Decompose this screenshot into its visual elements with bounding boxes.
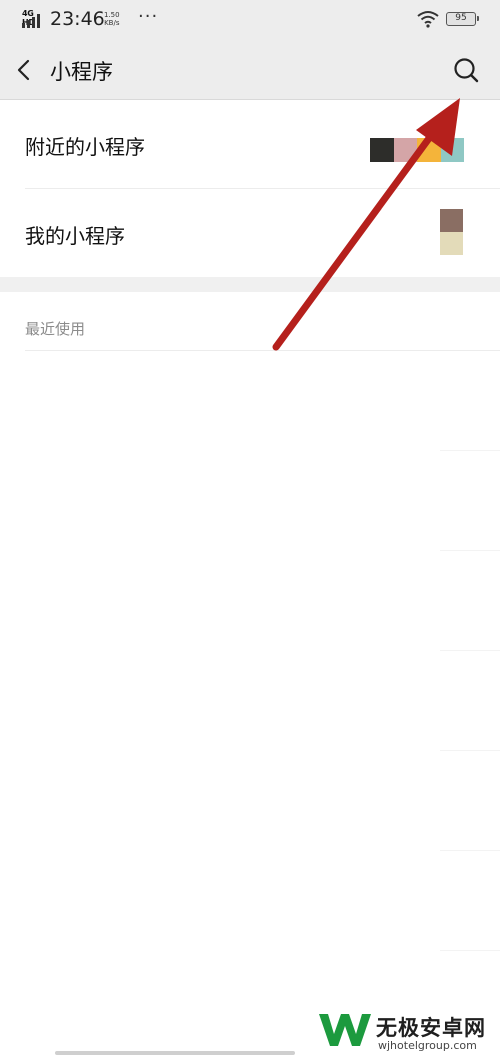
section-gap <box>0 277 500 292</box>
thumbnail <box>440 232 463 255</box>
watermark: 无极安卓网 wjhotelgroup.com <box>316 1006 500 1057</box>
divider <box>440 850 500 851</box>
divider <box>440 450 500 451</box>
back-arrow-icon[interactable] <box>14 57 36 83</box>
divider <box>440 750 500 751</box>
thumbnail <box>393 138 417 162</box>
search-icon[interactable] <box>452 56 480 84</box>
divider <box>25 350 500 351</box>
page-title: 小程序 <box>50 60 113 84</box>
thumbnail <box>440 138 464 162</box>
nearby-thumbnails <box>370 138 464 162</box>
menu-item-my-mini-programs[interactable]: 我的小程序 <box>0 189 500 277</box>
network-speed: 1.50 KB/s <box>104 11 120 27</box>
divider <box>440 650 500 651</box>
thumbnail <box>440 209 463 232</box>
my-thumbnails <box>440 209 463 255</box>
more-notifications-icon: ··· <box>138 6 159 27</box>
thumbnail <box>370 138 394 162</box>
status-time: 23:46 <box>50 8 105 30</box>
menu-item-label: 附近的小程序 <box>25 135 145 159</box>
watermark-url: wjhotelgroup.com <box>378 1039 477 1052</box>
signal-icon: 4G HD <box>22 9 44 29</box>
status-bar: 4G HD 23:46 1.50 KB/s ··· 95 <box>0 0 500 40</box>
battery-icon: 95 <box>446 12 479 26</box>
menu-item-nearby-mini-programs[interactable]: 附近的小程序 <box>0 100 500 188</box>
thumbnail <box>417 138 441 162</box>
home-indicator[interactable] <box>55 1051 295 1055</box>
divider <box>440 950 500 951</box>
recent-section-header: 最近使用 <box>25 320 86 338</box>
watermark-title: 无极安卓网 <box>376 1016 486 1040</box>
wifi-icon <box>417 11 439 28</box>
menu-item-label: 我的小程序 <box>25 224 125 248</box>
nav-bar: 小程序 <box>0 40 500 100</box>
site-logo-icon <box>319 1014 371 1046</box>
divider <box>440 550 500 551</box>
